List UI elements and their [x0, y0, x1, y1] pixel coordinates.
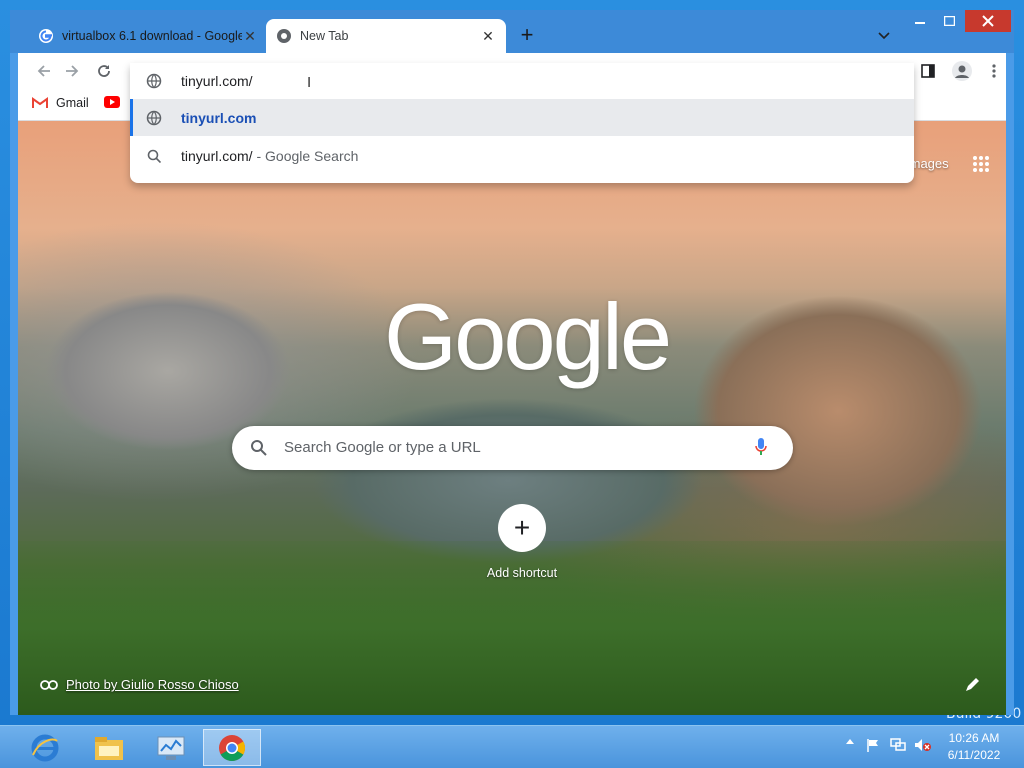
- suggestion-suffix: - Google Search: [252, 147, 359, 164]
- side-panel-icon[interactable]: [916, 59, 940, 83]
- bookmark-youtube[interactable]: [104, 96, 120, 108]
- microphone-icon[interactable]: [754, 437, 768, 462]
- reload-icon[interactable]: [92, 59, 116, 83]
- suggestion-query: tinyurl.com/: [181, 147, 253, 164]
- chevron-down-icon[interactable]: [874, 26, 894, 46]
- photo-credit-link[interactable]: Photo by Giulio Rosso Chioso: [40, 677, 239, 692]
- minimize-button[interactable]: [907, 10, 933, 32]
- bookmark-gmail[interactable]: Gmail: [32, 96, 89, 110]
- address-input[interactable]: [181, 73, 481, 89]
- close-tab-icon[interactable]: ✕: [242, 28, 258, 44]
- close-window-button[interactable]: [965, 10, 1011, 32]
- maximize-button[interactable]: [936, 10, 962, 32]
- ntp-search-box[interactable]: Search Google or type a URL: [232, 426, 793, 470]
- google-logo: Google: [384, 284, 672, 389]
- gmail-icon: [32, 97, 48, 109]
- suggestion-url-tinyurl[interactable]: tinyurl.com: [130, 99, 914, 136]
- tab-title: New Tab: [300, 29, 349, 43]
- control-panel-icon[interactable]: [142, 729, 200, 766]
- chrome-icon: [276, 28, 292, 44]
- flag-icon[interactable]: [866, 738, 880, 752]
- show-hidden-icons[interactable]: [846, 738, 854, 744]
- pencil-icon[interactable]: [964, 677, 980, 698]
- forward-arrow-icon[interactable]: [60, 59, 84, 83]
- clock-time: 10:26 AM: [948, 731, 1000, 745]
- internet-explorer-icon[interactable]: [16, 729, 74, 766]
- text-cursor-icon: I: [307, 74, 312, 91]
- link-icon: [40, 679, 58, 690]
- back-arrow-icon[interactable]: [32, 59, 56, 83]
- tab-title: virtualbox 6.1 download - Google: [62, 29, 242, 43]
- add-shortcut-button[interactable]: + Add shortcut: [474, 504, 570, 580]
- new-tab-button[interactable]: +: [516, 24, 538, 47]
- apps-grid-icon[interactable]: [972, 155, 990, 178]
- new-tab-page: Images Google Search Google or type a UR…: [18, 121, 1006, 715]
- search-icon: [146, 148, 162, 164]
- youtube-icon: [104, 96, 120, 108]
- tab-strip: virtualbox 6.1 download - Google ✕ New T…: [10, 10, 1014, 53]
- google-g-icon: [38, 28, 54, 44]
- tab-virtualbox-search[interactable]: virtualbox 6.1 download - Google ✕: [28, 19, 268, 53]
- tab-new-tab[interactable]: New Tab ✕: [266, 19, 506, 53]
- suggestion-search[interactable]: tinyurl.com/ - Google Search: [130, 137, 914, 174]
- chrome-taskbar-icon[interactable]: [203, 729, 261, 766]
- photo-credit-text: Photo by Giulio Rosso Chioso: [66, 677, 239, 692]
- network-icon[interactable]: [890, 738, 906, 752]
- suggestion-label: tinyurl.com/ - Google Search: [181, 148, 358, 164]
- search-icon: [250, 439, 268, 462]
- more-menu-icon[interactable]: [982, 59, 1006, 83]
- search-placeholder: Search Google or type a URL: [284, 439, 481, 456]
- system-clock[interactable]: 10:26 AM 6/11/2022: [944, 730, 1004, 764]
- omnibox[interactable]: I: [130, 63, 914, 99]
- clock-date: 6/11/2022: [947, 748, 1001, 762]
- suggestion-label: tinyurl.com: [181, 109, 257, 126]
- browser-window: virtualbox 6.1 download - Google ✕ New T…: [10, 10, 1014, 715]
- globe-icon: [146, 73, 162, 89]
- globe-icon: [146, 110, 162, 126]
- volume-muted-icon[interactable]: [914, 738, 932, 752]
- add-shortcut-label: Add shortcut: [486, 566, 558, 580]
- bookmark-label: Gmail: [56, 96, 89, 110]
- omnibox-dropdown: I tinyurl.com tinyurl.com/ - Google Sear…: [130, 63, 914, 183]
- taskbar: 10:26 AM 6/11/2022: [0, 725, 1024, 768]
- close-tab-icon[interactable]: ✕: [480, 28, 496, 44]
- profile-avatar-icon[interactable]: [950, 59, 974, 83]
- plus-icon: +: [498, 504, 546, 552]
- file-explorer-icon[interactable]: [80, 729, 138, 766]
